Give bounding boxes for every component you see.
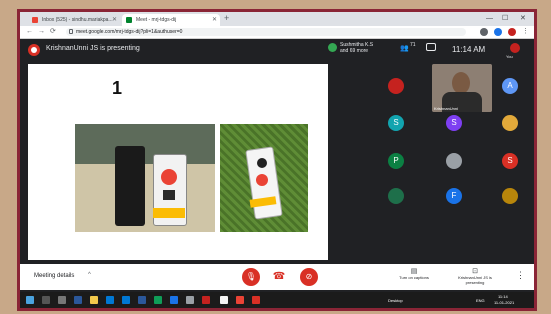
- tab-label: Inbox (525) - sindhu.mariakpa...: [42, 17, 113, 23]
- tab-inbox[interactable]: Inbox (525) - sindhu.mariakpa... ✕: [28, 14, 120, 26]
- captions-button[interactable]: ▤ Turn on captions: [392, 267, 436, 280]
- presenter-name: KrishnanUnni: [434, 106, 459, 111]
- profile-avatar[interactable]: [508, 28, 516, 36]
- meeting-details-button[interactable]: Meeting details: [34, 273, 74, 279]
- meet-header: KrishnanUnni JS is presenting Sushmitha …: [20, 39, 534, 61]
- tab-label: Meet - mrj-tdgs-dij: [136, 17, 177, 23]
- start-icon[interactable]: [26, 296, 34, 304]
- mail-icon[interactable]: [122, 296, 130, 304]
- meeting-clock: 11:14 AM: [452, 45, 486, 54]
- participant-tile[interactable]: [388, 188, 404, 204]
- store-icon[interactable]: [106, 296, 114, 304]
- maximize-button[interactable]: ☐: [502, 12, 508, 26]
- taskbar: Desktop ENG 11:14 11-01-2021: [20, 292, 534, 308]
- task-view-icon[interactable]: [58, 296, 66, 304]
- participant-tile[interactable]: A: [502, 78, 518, 94]
- mic-off-button[interactable]: 🎙: [242, 268, 260, 286]
- tab-meet[interactable]: Meet - mrj-tdgs-dij ✕: [122, 14, 220, 26]
- participant-tile[interactable]: P: [388, 153, 404, 169]
- close-tab-icon[interactable]: ✕: [212, 14, 217, 26]
- captions-label: Turn on captions: [399, 275, 429, 280]
- back-button[interactable]: ←: [26, 27, 33, 37]
- participant-tile[interactable]: [502, 188, 518, 204]
- url-input[interactable]: meet.google.com/mrj-tdgs-dij?pli=1&authu…: [66, 28, 466, 36]
- menu-icon[interactable]: ⋮: [522, 27, 529, 37]
- close-tab-icon[interactable]: ✕: [112, 14, 117, 26]
- search-icon[interactable]: [42, 296, 50, 304]
- minimize-button[interactable]: —: [486, 12, 493, 26]
- mic-off-icon: 🎙: [245, 272, 257, 281]
- lock-icon: [69, 29, 73, 34]
- app-icon[interactable]: [170, 296, 178, 304]
- chat-icon[interactable]: [426, 43, 436, 51]
- people-icon[interactable]: 👥: [400, 44, 409, 52]
- chevron-up-icon[interactable]: ^: [88, 272, 91, 278]
- url-text: meet.google.com/mrj-tdgs-dij?pli=1&authu…: [76, 29, 183, 35]
- taskbar-date: 11-01-2021: [494, 300, 515, 305]
- camera-off-button[interactable]: ⊘: [300, 268, 318, 286]
- slide-photo-devices: [75, 124, 215, 232]
- tab-strip: Inbox (525) - sindhu.mariakpa... ✕ Meet …: [20, 12, 534, 26]
- taskbar-time: 11:14: [498, 294, 508, 299]
- participant-tile[interactable]: S: [502, 153, 518, 169]
- language-indicator[interactable]: ENG: [476, 298, 485, 303]
- chrome-icon[interactable]: [220, 296, 228, 304]
- camera-off-icon: ⊘: [305, 272, 313, 281]
- app-icon[interactable]: [186, 296, 194, 304]
- word-icon[interactable]: [138, 296, 146, 304]
- slide-photo-grass: [220, 124, 308, 232]
- desktop-label[interactable]: Desktop: [388, 298, 403, 303]
- app-icon[interactable]: [252, 296, 260, 304]
- reload-button[interactable]: ⟳: [50, 27, 56, 37]
- close-window-button[interactable]: ✕: [520, 12, 526, 26]
- app-icon[interactable]: [154, 296, 162, 304]
- meeting-controls: Meeting details ^ 🎙 ☎ ⊘ ▤ Turn on captio…: [20, 264, 534, 290]
- more-options-icon[interactable]: ⋮: [516, 270, 525, 281]
- speaker-name: Sushmitha K.S and 69 more: [340, 42, 373, 54]
- participant-tile[interactable]: S: [446, 115, 462, 131]
- app-icon[interactable]: [202, 296, 210, 304]
- present-label: KrishnanUnni JS is presenting: [458, 275, 492, 285]
- extension-icon[interactable]: [480, 28, 488, 36]
- phone-icon: ☎: [272, 271, 286, 282]
- participant-tile[interactable]: F: [446, 188, 462, 204]
- you-label: You: [506, 54, 513, 59]
- participant-tile[interactable]: [388, 78, 404, 94]
- app-icon[interactable]: [74, 296, 82, 304]
- address-bar-row: ← → ⟳ meet.google.com/mrj-tdgs-dij?pli=1…: [20, 26, 534, 39]
- meet-icon: [126, 17, 132, 23]
- speaker-avatar: [328, 43, 337, 52]
- new-tab-button[interactable]: +: [224, 13, 229, 23]
- folder-icon[interactable]: [90, 296, 98, 304]
- present-icon: ⊡: [472, 268, 478, 275]
- presenting-text: KrishnanUnni JS is presenting: [46, 45, 140, 52]
- participant-tile[interactable]: S: [388, 115, 404, 131]
- screen: Inbox (525) - sindhu.mariakpa... ✕ Meet …: [20, 12, 534, 308]
- hang-up-button[interactable]: ☎: [272, 270, 286, 284]
- presenter-avatar: [28, 44, 40, 56]
- captions-icon: ▤: [410, 268, 418, 275]
- presentation-stage: 1: [28, 64, 328, 260]
- speaker-name-line2: and 69 more: [340, 48, 369, 54]
- slide-number: 1: [112, 78, 123, 98]
- present-button[interactable]: ⊡ KrishnanUnni JS is presenting: [450, 267, 500, 285]
- you-avatar[interactable]: [510, 43, 520, 53]
- forward-button[interactable]: →: [38, 27, 45, 37]
- participant-tile[interactable]: [502, 115, 518, 131]
- presenter-video-tile[interactable]: KrishnanUnni: [432, 64, 492, 112]
- people-count: 71: [410, 42, 416, 48]
- app-icon[interactable]: [236, 296, 244, 304]
- extension-icon[interactable]: [494, 28, 502, 36]
- participant-tile[interactable]: [446, 153, 462, 169]
- gmail-icon: [32, 17, 38, 23]
